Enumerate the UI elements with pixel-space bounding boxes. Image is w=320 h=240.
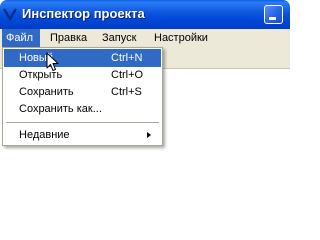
- submenu-arrow-icon: [147, 132, 151, 138]
- title-bar[interactable]: Инспектор проекта: [0, 0, 290, 29]
- mouse-pointer-icon: [46, 52, 59, 71]
- menu-item-label: Недавние: [19, 129, 70, 141]
- menu-item-open[interactable]: Открыть Ctrl+O: [4, 66, 161, 84]
- menu-item-shortcut: Ctrl+N: [111, 52, 143, 64]
- menu-item-shortcut: Ctrl+O: [111, 69, 144, 81]
- menu-run[interactable]: Запуск: [97, 29, 145, 48]
- menu-file[interactable]: Файл: [2, 29, 40, 48]
- app-icon: [3, 8, 17, 22]
- menu-item-save-as[interactable]: Сохранить как...: [4, 100, 161, 118]
- menu-item-save[interactable]: Сохранить Ctrl+S: [4, 83, 161, 101]
- menu-item-label: Сохранить: [19, 86, 74, 98]
- menu-item-shortcut: Ctrl+S: [111, 86, 142, 98]
- minimize-button[interactable]: [264, 5, 283, 24]
- minimize-icon: [269, 17, 276, 20]
- menu-item-label: Сохранить как...: [19, 103, 102, 115]
- menu-bar: Файл Правка Запуск Настройки: [0, 29, 290, 48]
- menu-item-recent[interactable]: Недавние: [4, 126, 161, 144]
- window-title: Инспектор проекта: [22, 6, 145, 21]
- menu-separator: [6, 122, 159, 123]
- menu-edit[interactable]: Правка: [45, 29, 93, 48]
- menu-item-new[interactable]: Новый Ctrl+N: [4, 49, 161, 67]
- app-window: Инспектор проекта Файл Правка Запуск Нас…: [0, 0, 290, 240]
- file-menu-dropdown: Новый Ctrl+N Открыть Ctrl+O Сохранить Ct…: [2, 47, 163, 146]
- menu-settings[interactable]: Настройки: [149, 29, 219, 48]
